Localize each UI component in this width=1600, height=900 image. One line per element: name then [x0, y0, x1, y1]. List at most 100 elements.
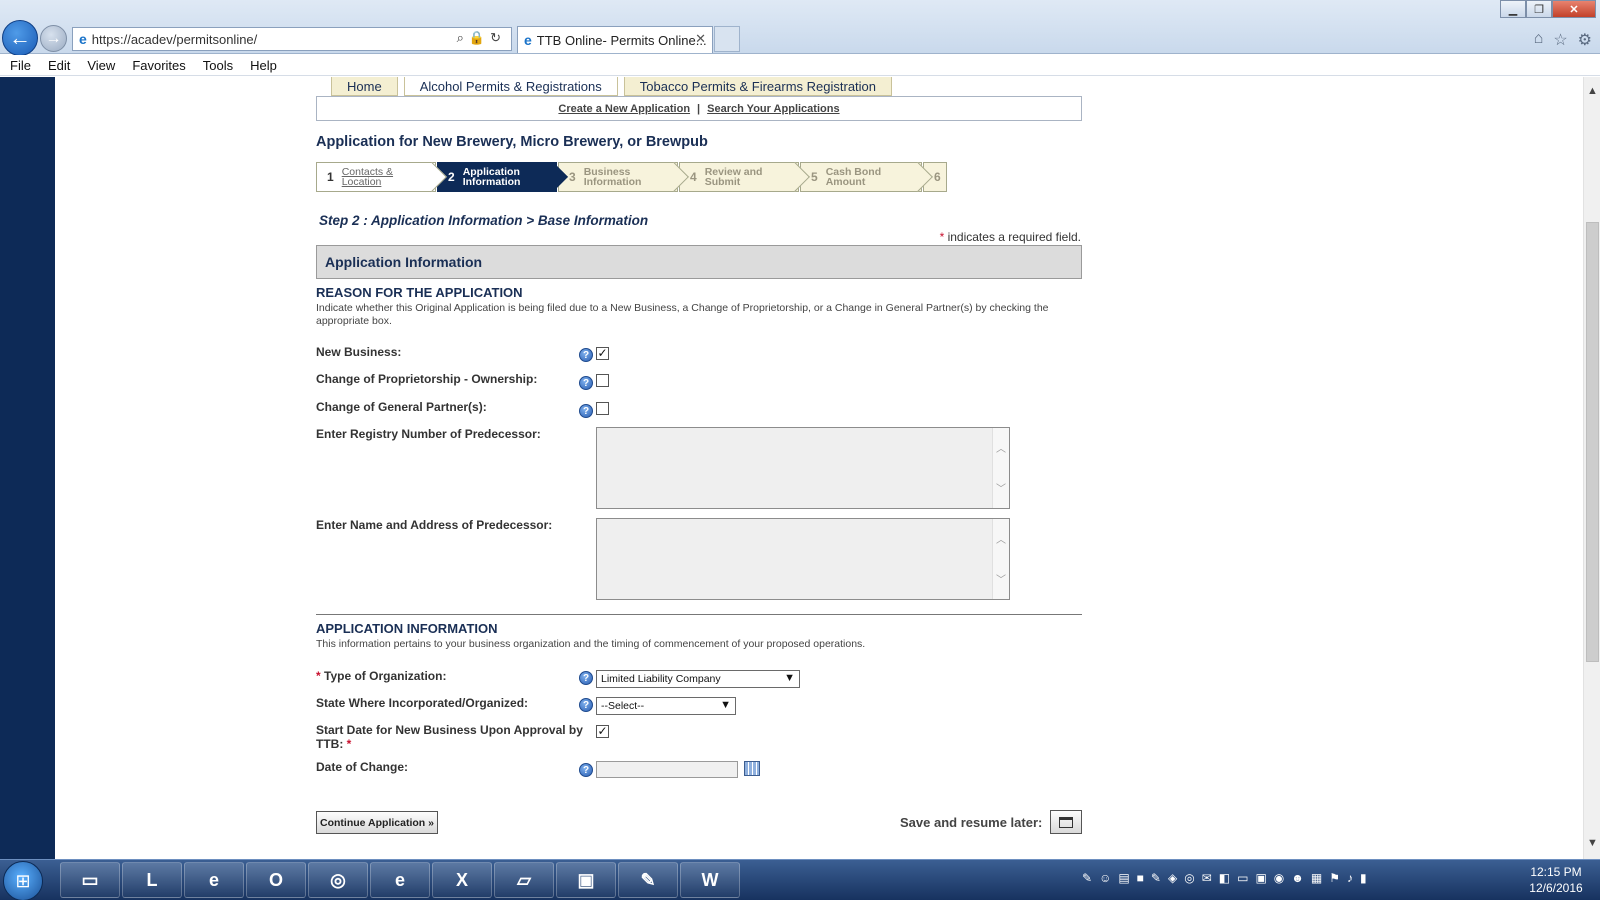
window-close-button[interactable]: ✕	[1552, 0, 1596, 18]
clock-time: 12:15 PM	[1530, 865, 1582, 879]
site-tabs: Home Alcohol Permits & Registrations Tob…	[331, 77, 898, 96]
notepad-icon[interactable]: ▱	[494, 862, 554, 898]
tray-outlook-icon[interactable]: ◧	[1219, 871, 1230, 885]
back-button[interactable]: ←	[2, 20, 38, 56]
create-application-link[interactable]: Create a New Application	[558, 103, 690, 115]
forward-button[interactable]: →	[40, 25, 67, 52]
start-button[interactable]: ⊞	[3, 861, 43, 900]
scroll-up-icon[interactable]: ▲	[1587, 85, 1598, 97]
menu-view[interactable]: View	[87, 58, 115, 73]
name-address-textarea[interactable]: ︿ ﹀	[596, 518, 1010, 600]
textarea-scrollbar[interactable]: ︿ ﹀	[992, 428, 1009, 508]
step-label: Application Information	[463, 167, 521, 188]
help-icon[interactable]: ?	[579, 348, 593, 362]
tray-people-icon[interactable]: ☻	[1291, 871, 1304, 885]
menu-tools[interactable]: Tools	[203, 58, 233, 73]
date-of-change-input[interactable]	[596, 761, 738, 778]
menu-favorites[interactable]: Favorites	[132, 58, 185, 73]
new-tab-button[interactable]	[714, 26, 740, 52]
tray-lock-icon[interactable]: ▣	[1255, 871, 1266, 885]
help-icon[interactable]: ?	[579, 404, 593, 418]
change-proprietorship-checkbox[interactable]	[596, 374, 609, 387]
menu-edit[interactable]: Edit	[48, 58, 70, 73]
internet-explorer-active-icon[interactable]: e	[370, 862, 430, 898]
help-icon[interactable]: ?	[579, 376, 593, 390]
minimize-button[interactable]: ▁	[1500, 0, 1526, 18]
close-icon[interactable]: ✕	[695, 31, 706, 47]
org-type-select[interactable]: Limited Liability Company ▼	[596, 670, 800, 688]
internet-explorer-icon[interactable]: e	[184, 862, 244, 898]
tray-edit-icon[interactable]: ✎	[1151, 871, 1161, 885]
paint-icon[interactable]: ✎	[618, 862, 678, 898]
save-icon	[1059, 816, 1073, 828]
menu-file[interactable]: File	[10, 58, 31, 73]
gear-icon[interactable]: ⚙	[1578, 30, 1592, 50]
window-controls: ▁ ❐ ✕	[1500, 0, 1596, 18]
excel-icon[interactable]: X	[432, 862, 492, 898]
continue-application-button[interactable]: Continue Application »	[316, 811, 438, 834]
help-icon[interactable]: ?	[579, 698, 593, 712]
help-icon[interactable]: ?	[579, 763, 593, 777]
home-icon[interactable]: ⌂	[1534, 30, 1544, 50]
change-partners-checkbox[interactable]	[596, 402, 609, 415]
registry-number-label: Enter Registry Number of Predecessor:	[316, 427, 541, 441]
search-applications-link[interactable]: Search Your Applications	[707, 103, 839, 115]
tray-circle-icon[interactable]: ◎	[1184, 871, 1194, 885]
tray-mail-icon[interactable]: ✉	[1202, 871, 1212, 885]
image-viewer-icon[interactable]: ▣	[556, 862, 616, 898]
search-icon[interactable]: ⌕	[457, 30, 469, 45]
address-tools[interactable]: ⌕🔒↻	[457, 30, 506, 46]
restore-button[interactable]: ❐	[1526, 0, 1552, 18]
address-bar[interactable]: e https://acadev/permitsonline/ ⌕🔒↻	[72, 27, 512, 51]
tray-pencil-icon[interactable]: ✎	[1082, 871, 1092, 885]
step-business-information: 3 Business Information	[558, 162, 678, 192]
step-number: 4	[690, 170, 697, 184]
reason-section-title: REASON FOR THE APPLICATION	[316, 285, 523, 300]
refresh-icon[interactable]: ↻	[490, 30, 506, 45]
tab-tobacco-permits[interactable]: Tobacco Permits & Firearms Registration	[623, 77, 893, 96]
file-explorer-icon[interactable]: ▭	[60, 862, 120, 898]
help-icon[interactable]: ?	[579, 671, 593, 685]
menu-help[interactable]: Help	[250, 58, 277, 73]
state-select[interactable]: --Select-- ▼	[596, 697, 736, 715]
volume-icon[interactable]: ♪	[1347, 871, 1353, 885]
start-date-checkbox[interactable]: ✓	[596, 725, 609, 738]
tray-network-icon[interactable]: ▦	[1311, 871, 1322, 885]
scroll-down-icon[interactable]: ▼	[1587, 837, 1598, 849]
tray-skype-icon[interactable]: ◉	[1274, 871, 1284, 885]
tray-monitor-icon[interactable]: ▭	[1237, 871, 1248, 885]
tray-user-icon[interactable]: ☺	[1099, 871, 1111, 885]
app-circle-icon[interactable]: ◎	[308, 862, 368, 898]
chevron-up-icon[interactable]: ︿	[996, 440, 1006, 455]
outlook-icon[interactable]: O	[246, 862, 306, 898]
section-divider	[316, 614, 1082, 615]
page-scrollbar[interactable]: ▲ ▼	[1583, 77, 1600, 859]
tray-shield-icon[interactable]: ◈	[1168, 871, 1177, 885]
change-proprietorship-label: Change of Proprietorship - Ownership:	[316, 372, 538, 386]
system-clock[interactable]: 12:15 PM 12/6/2016	[1520, 864, 1592, 896]
chevron-down-icon[interactable]: ﹀	[996, 571, 1006, 586]
new-business-checkbox[interactable]: ✓	[596, 347, 609, 360]
textarea-scrollbar[interactable]: ︿ ﹀	[992, 519, 1009, 599]
tab-alcohol-permits[interactable]: Alcohol Permits & Registrations	[403, 77, 618, 96]
signal-icon[interactable]: ▮	[1360, 871, 1367, 885]
ie-page-icon: e	[79, 31, 87, 47]
chevron-up-icon[interactable]: ︿	[996, 531, 1006, 546]
calendar-icon[interactable]	[744, 761, 760, 776]
step-number: 3	[569, 170, 576, 184]
tab-home[interactable]: Home	[331, 77, 398, 96]
tray-b-icon[interactable]: ■	[1137, 871, 1144, 885]
word-icon[interactable]: W	[680, 862, 740, 898]
browser-tab[interactable]: e TTB Online- Permits Online... ✕	[517, 26, 713, 53]
step-contacts-location[interactable]: 1 Contacts & Location	[316, 162, 436, 192]
windows-logo-icon: ⊞	[15, 870, 31, 891]
registry-number-textarea[interactable]: ︿ ﹀	[596, 427, 1010, 509]
lync-icon[interactable]: L	[122, 862, 182, 898]
tray-chat-icon[interactable]: ▤	[1118, 871, 1129, 885]
tray-flag-icon[interactable]: ⚑	[1329, 871, 1340, 885]
chevron-down-icon[interactable]: ﹀	[996, 480, 1006, 495]
save-button[interactable]	[1050, 810, 1082, 834]
star-icon[interactable]: ☆	[1553, 30, 1567, 50]
scroll-thumb[interactable]	[1586, 222, 1599, 662]
lock-icon[interactable]: 🔒	[469, 30, 490, 45]
